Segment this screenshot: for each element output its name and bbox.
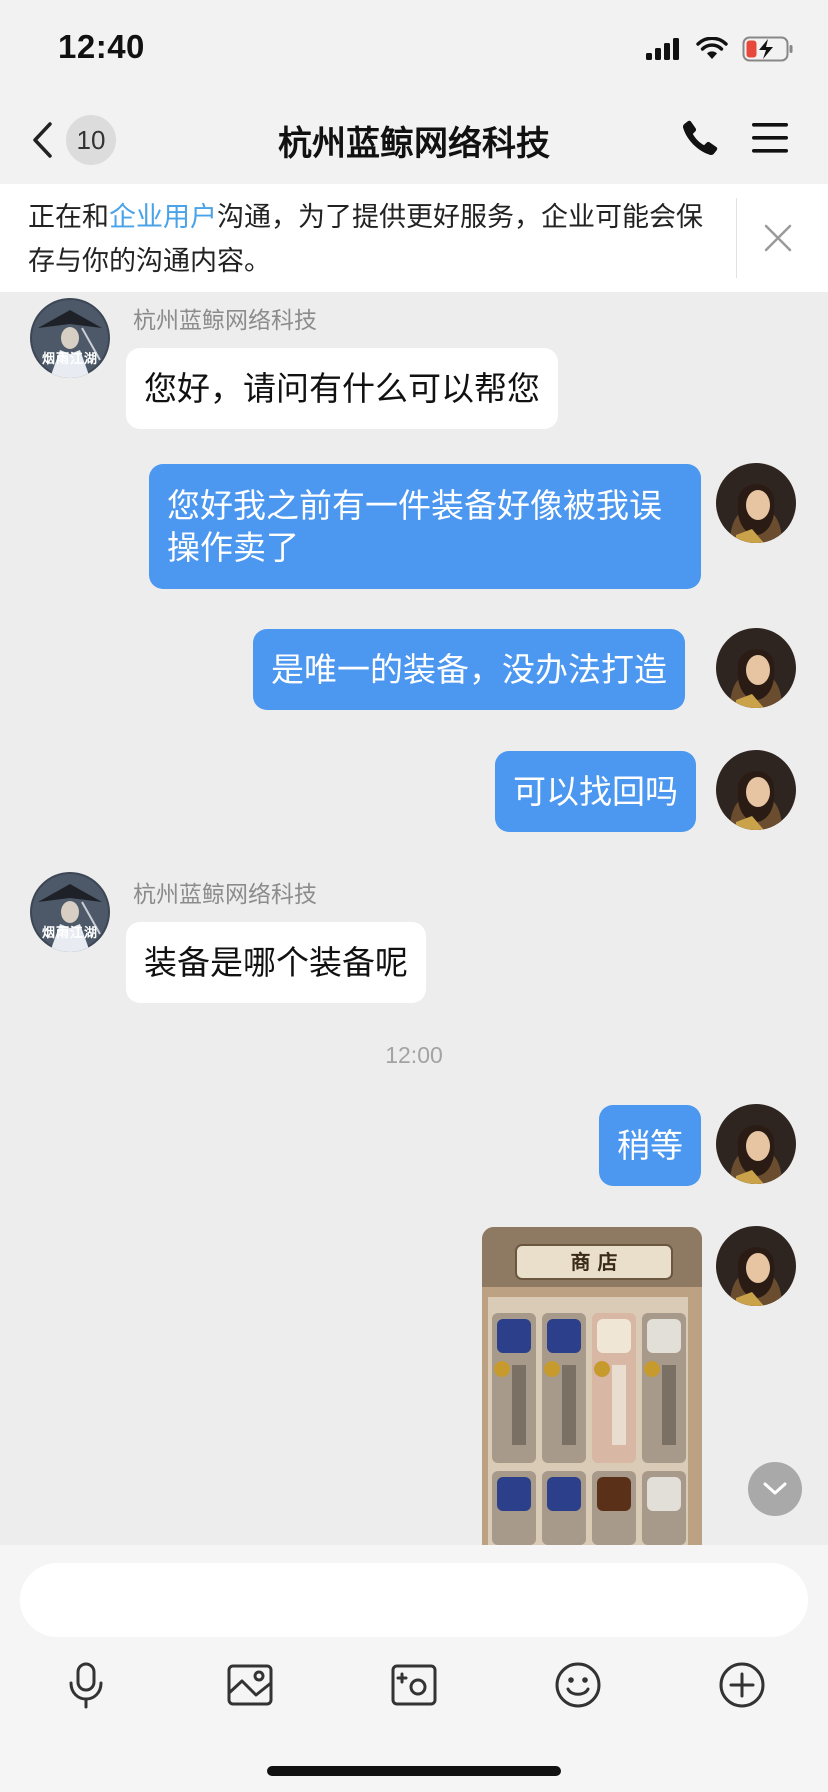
privacy-notice-banner: 正在和企业用户沟通，为了提供更好服务，企业可能会保存与你的沟通内容。 [0, 184, 828, 292]
contact-avatar[interactable]: 烟雨江湖 [30, 298, 110, 378]
status-icons [646, 36, 794, 62]
notice-divider [736, 198, 737, 278]
notice-text-before: 正在和 [28, 202, 109, 233]
avatar-caption: 烟雨江湖 [41, 926, 98, 941]
battery-charging-icon [742, 36, 793, 62]
enterprise-user-link[interactable]: 企业用户 [109, 202, 217, 233]
chat-header: 10 杭州蓝鲸网络科技 [0, 96, 828, 184]
user-avatar-icon [716, 750, 796, 830]
user-avatar-icon [716, 463, 796, 543]
status-bar: 12:40 [0, 0, 828, 96]
status-time: 12:40 [58, 28, 145, 65]
microphone-icon [69, 1662, 103, 1709]
sender-name: 杭州蓝鲸网络科技 [133, 882, 317, 908]
phone-icon [682, 120, 718, 156]
my-avatar[interactable] [716, 628, 796, 708]
menu-icon [752, 123, 788, 153]
camera-button[interactable] [384, 1655, 444, 1715]
scroll-to-bottom-button[interactable] [748, 1462, 802, 1516]
composer [0, 1545, 828, 1792]
sender-name: 杭州蓝鲸网络科技 [133, 308, 317, 334]
message-bubble-outgoing[interactable]: 您好我之前有一件装备好像被我误操作卖了 [149, 464, 701, 589]
photo-album-button[interactable] [220, 1655, 280, 1715]
my-avatar[interactable] [716, 750, 796, 830]
privacy-notice-text: 正在和企业用户沟通，为了提供更好服务，企业可能会保存与你的沟通内容。 [28, 196, 718, 284]
user-avatar-icon [716, 628, 796, 708]
message-bubble-outgoing[interactable]: 是唯一的装备，没办法打造 [253, 629, 685, 710]
message-bubble-incoming[interactable]: 装备是哪个装备呢 [126, 922, 426, 1003]
close-icon [764, 224, 792, 252]
camera-icon [391, 1664, 437, 1706]
plus-circle-icon [719, 1662, 765, 1708]
user-avatar-icon [716, 1226, 796, 1306]
my-avatar[interactable] [716, 1226, 796, 1306]
message-bubble-incoming[interactable]: 您好，请问有什么可以帮您 [126, 348, 558, 429]
call-button[interactable] [680, 118, 726, 164]
message-bubble-outgoing[interactable]: 稍等 [599, 1105, 701, 1186]
more-actions-button[interactable] [712, 1655, 772, 1715]
close-notice-button[interactable] [758, 218, 798, 258]
contact-avatar[interactable]: 烟雨江湖 [30, 872, 110, 952]
timestamp-divider: 12:00 [385, 1042, 443, 1068]
image-message[interactable]: 商 店 [482, 1227, 702, 1545]
avatar-caption: 烟雨江湖 [41, 352, 98, 367]
shop-title-text: 商 店 [570, 1250, 618, 1274]
smiley-icon [555, 1662, 601, 1708]
my-avatar[interactable] [716, 1104, 796, 1184]
user-avatar-icon [716, 1104, 796, 1184]
cellular-signal-icon [646, 38, 679, 60]
chat-menu-button[interactable] [750, 120, 794, 160]
chevron-down-icon [763, 1482, 787, 1495]
voice-button[interactable] [56, 1655, 116, 1715]
my-avatar[interactable] [716, 463, 796, 543]
wifi-icon [696, 37, 728, 59]
emoji-button[interactable] [548, 1655, 608, 1715]
message-input[interactable] [20, 1563, 808, 1637]
home-indicator [267, 1766, 561, 1776]
image-icon [227, 1664, 273, 1706]
message-bubble-outgoing[interactable]: 可以找回吗 [495, 751, 696, 832]
